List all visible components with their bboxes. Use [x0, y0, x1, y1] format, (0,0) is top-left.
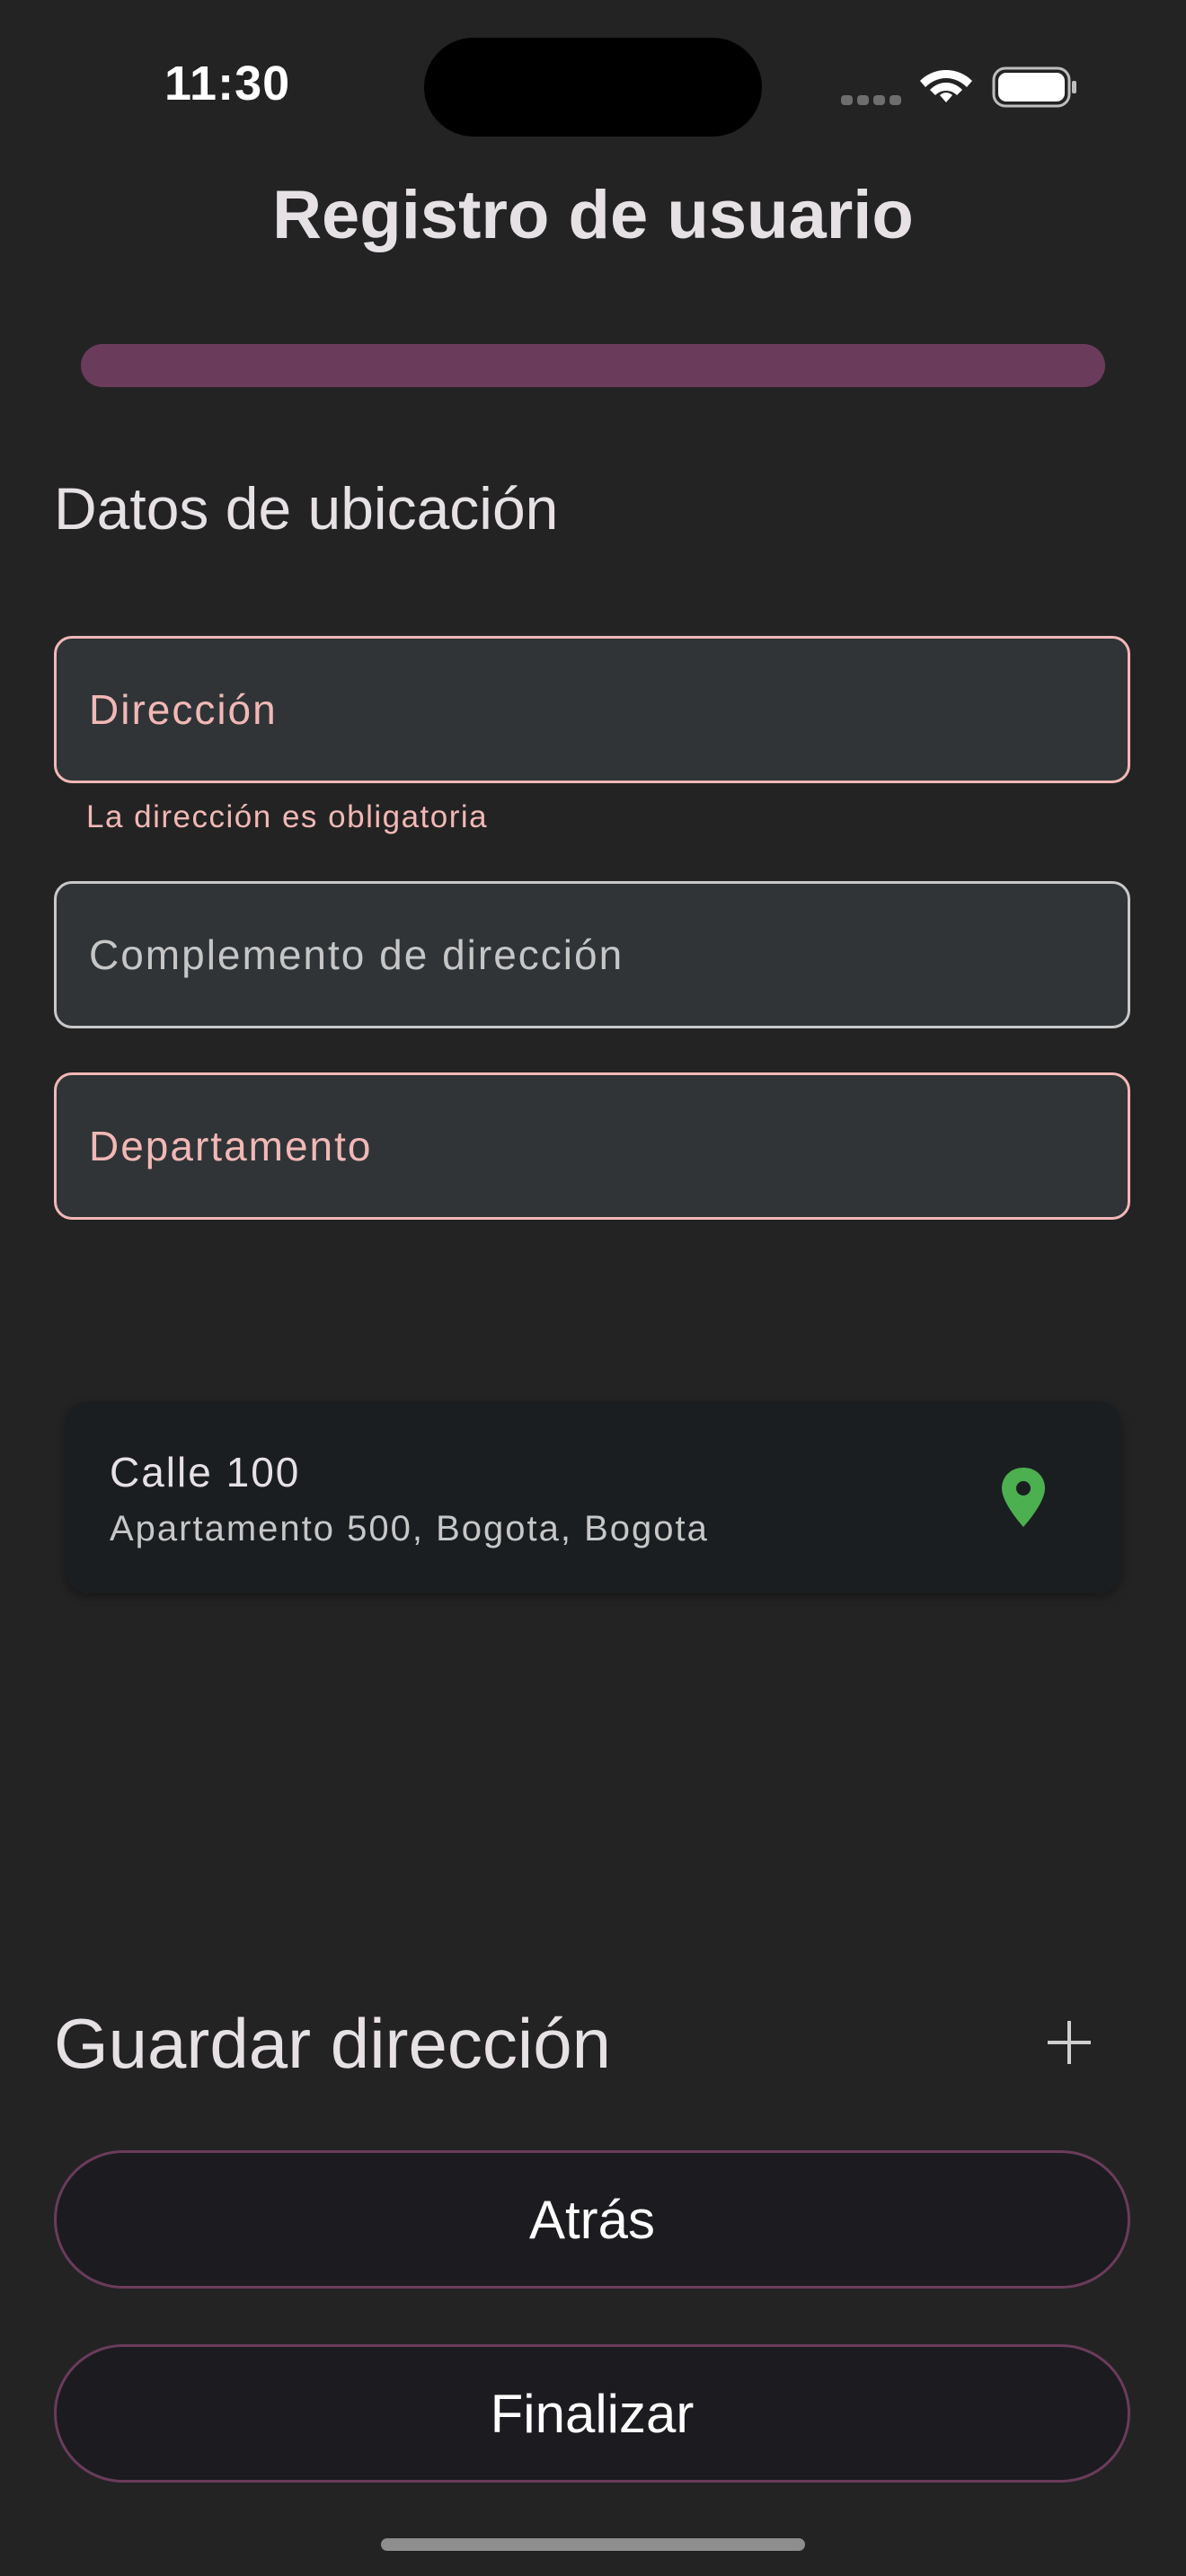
address-card-street: Calle 100 [110, 1449, 301, 1495]
department-field-label: Departamento [89, 1123, 373, 1169]
address-card-details: Apartamento 500, Bogota, Bogota [110, 1509, 709, 1548]
address-complement-field-label: Complemento de dirección [89, 931, 624, 978]
back-button[interactable]: Atrás [54, 2150, 1130, 2289]
status-time: 11:30 [164, 57, 291, 110]
progress-fill [81, 344, 1105, 387]
address-field-label: Dirección [89, 686, 278, 733]
section-title: Datos de ubicación [54, 475, 559, 542]
address-complement-field[interactable]: Complemento de dirección [54, 881, 1130, 1028]
save-address-label: Guardar dirección [54, 2004, 611, 2083]
department-field[interactable]: Departamento [54, 1072, 1130, 1220]
home-indicator[interactable] [381, 2538, 805, 2551]
location-pin-icon [1002, 1468, 1045, 1527]
cellular-signal-icon [841, 93, 906, 110]
finish-button-label: Finalizar [490, 2383, 695, 2444]
wifi-icon [920, 70, 972, 102]
dynamic-island [424, 38, 762, 137]
address-error-message: La dirección es obligatoria [86, 799, 489, 834]
back-button-label: Atrás [528, 2189, 656, 2250]
registration-progress-bar [81, 344, 1105, 387]
address-field[interactable]: Dirección [54, 636, 1130, 783]
finish-button[interactable]: Finalizar [54, 2344, 1130, 2483]
page-title: Registro de usuario [272, 177, 914, 253]
plus-icon[interactable] [1042, 2016, 1096, 2069]
battery-icon [992, 66, 1076, 108]
saved-address-card[interactable] [65, 1401, 1121, 1593]
